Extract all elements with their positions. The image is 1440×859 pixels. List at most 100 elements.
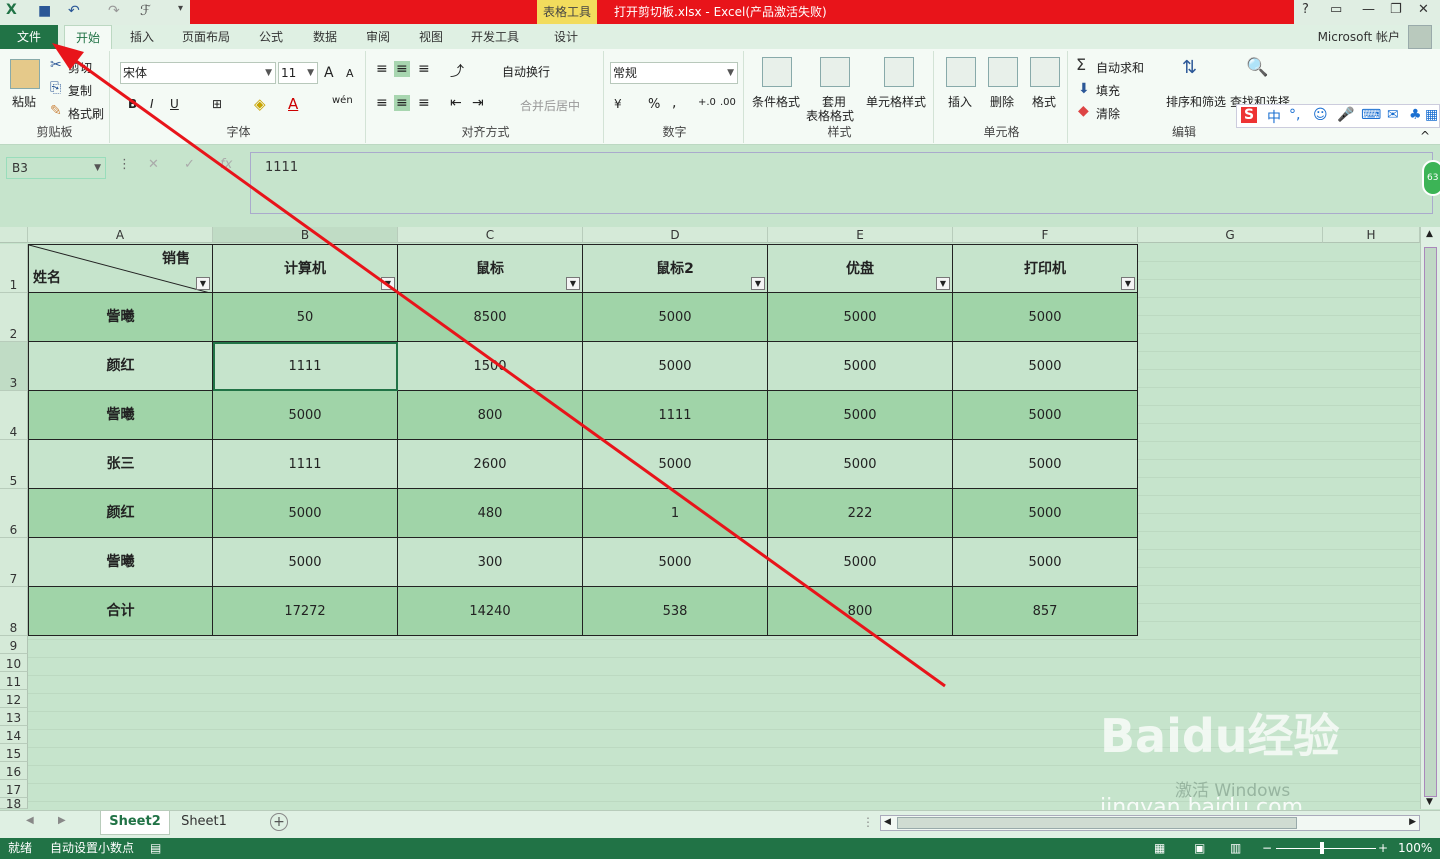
scroll-up-icon[interactable]: ▲	[1426, 229, 1433, 239]
vertical-scrollbar[interactable]: ▲ ▼	[1420, 227, 1440, 809]
shrink-font-icon[interactable]: A	[346, 67, 354, 80]
data-cell[interactable]: 5000	[213, 489, 398, 538]
sort-filter-button[interactable]: 排序和筛选	[1166, 93, 1226, 110]
row-header-11[interactable]: 11	[0, 672, 28, 690]
page-break-view-icon[interactable]: ▥	[1230, 838, 1241, 859]
data-cell[interactable]: 5000	[953, 342, 1138, 391]
comma-button[interactable]: ,	[672, 95, 676, 111]
conditional-format-icon[interactable]	[762, 57, 792, 87]
scroll-thumb[interactable]	[1424, 247, 1437, 797]
row-header-18[interactable]: 18	[0, 798, 28, 810]
currency-icon[interactable]: ¥	[614, 97, 622, 111]
row-header-2[interactable]: 2	[0, 293, 28, 342]
data-cell[interactable]: 857	[953, 587, 1138, 636]
save-icon[interactable]: ■	[38, 3, 51, 19]
minimize-icon[interactable]: —	[1362, 2, 1375, 17]
table-format-icon[interactable]	[820, 57, 850, 87]
cancel-icon[interactable]: ✕	[148, 157, 159, 172]
border-icon[interactable]: ⊞	[212, 97, 222, 111]
data-cell[interactable]: 1111	[213, 440, 398, 489]
ribbon-display-icon[interactable]: ▭	[1330, 2, 1342, 17]
emoji-icon[interactable]: ☺	[1313, 107, 1328, 123]
column-title-4[interactable]: 优盘 ▼	[768, 244, 953, 293]
data-cell[interactable]: 1500	[398, 342, 583, 391]
cut-icon[interactable]: ✂	[50, 57, 62, 73]
help-icon[interactable]: ?	[1302, 2, 1309, 17]
data-cell[interactable]: 538	[583, 587, 768, 636]
row-name-cell[interactable]: 訾曦	[28, 538, 213, 587]
split-handle-icon[interactable]: ⋮	[862, 815, 874, 829]
data-cell[interactable]: 5000	[583, 342, 768, 391]
data-cell[interactable]: 50	[213, 293, 398, 342]
zoom-out-icon[interactable]: −	[1262, 838, 1272, 859]
autosum-icon[interactable]: Σ	[1076, 55, 1086, 74]
copy-button[interactable]: 复制	[68, 82, 92, 99]
column-title-1[interactable]: 计算机 ▼	[213, 244, 398, 293]
data-cell[interactable]: 300	[398, 538, 583, 587]
redo-icon[interactable]: ↷	[108, 3, 120, 19]
increase-decimal-icon[interactable]: +.0	[698, 97, 716, 108]
tab-view[interactable]: 视图	[410, 25, 452, 49]
data-cell[interactable]: 8500	[398, 293, 583, 342]
zoom-in-icon[interactable]: +	[1378, 838, 1388, 859]
row-header-12[interactable]: 12	[0, 690, 28, 708]
format-cells-button[interactable]: 格式	[1032, 93, 1056, 110]
filter-dropdown-icon[interactable]: ▼	[566, 277, 580, 290]
collapse-ribbon-icon[interactable]: ^	[1420, 129, 1430, 143]
column-header-g[interactable]: G	[1138, 227, 1323, 243]
sogou-logo-icon[interactable]: S	[1241, 107, 1258, 123]
fill-color-icon[interactable]: ◈	[254, 95, 266, 113]
column-title-3[interactable]: 鼠标2 ▼	[583, 244, 768, 293]
name-box[interactable]: B3 ▼	[6, 157, 106, 179]
filter-dropdown-icon[interactable]: ▼	[381, 277, 395, 290]
phonetic-icon[interactable]: wén	[332, 95, 353, 106]
active-cell[interactable]: 1111	[213, 342, 398, 391]
tab-design[interactable]: 设计	[544, 25, 588, 49]
skin-icon[interactable]: ♣	[1409, 107, 1422, 123]
qat-customize-icon[interactable]: ▾	[178, 3, 183, 14]
row-header-1[interactable]: 1	[0, 244, 28, 293]
row-header-8[interactable]: 8	[0, 587, 28, 636]
data-cell[interactable]: 800	[398, 391, 583, 440]
insert-cells-icon[interactable]	[946, 57, 976, 87]
merge-center-button[interactable]: 合并后居中	[520, 97, 580, 114]
conditional-format-button[interactable]: 条件格式	[752, 93, 800, 110]
normal-view-icon[interactable]: ▦	[1154, 838, 1165, 859]
filter-dropdown-icon[interactable]: ▼	[1121, 277, 1135, 290]
data-cell[interactable]: 2600	[398, 440, 583, 489]
zoom-level[interactable]: 100%	[1398, 838, 1432, 859]
cell-styles-button[interactable]: 单元格样式	[866, 93, 926, 110]
paste-button[interactable]: 粘贴	[12, 93, 36, 110]
align-left-icon[interactable]: ≡	[376, 95, 388, 111]
zoom-slider[interactable]	[1276, 848, 1376, 849]
filter-dropdown-icon[interactable]: ▼	[936, 277, 950, 290]
h-scroll-thumb[interactable]	[897, 817, 1297, 829]
align-bottom-icon[interactable]: ≡	[418, 61, 430, 77]
number-format-combo[interactable]: 常规 ▼	[610, 62, 738, 84]
format-painter-icon[interactable]: ✎	[50, 103, 62, 119]
data-cell[interactable]: 1111	[583, 391, 768, 440]
tab-developer[interactable]: 开发工具	[464, 25, 526, 49]
row-name-cell[interactable]: 张三	[28, 440, 213, 489]
corner-header-cell[interactable]: 销售 姓名 ▼	[28, 244, 214, 294]
row-name-cell[interactable]: 颜红	[28, 342, 213, 391]
tab-file[interactable]: 文件	[0, 25, 58, 49]
align-top-icon[interactable]: ≡	[376, 61, 388, 77]
paste-icon[interactable]	[10, 59, 40, 89]
data-cell[interactable]: 1	[583, 489, 768, 538]
align-center-icon[interactable]: ≡	[394, 95, 410, 111]
column-header-f[interactable]: F	[953, 227, 1138, 243]
data-cell[interactable]: 5000	[953, 489, 1138, 538]
row-name-cell[interactable]: 訾曦	[28, 391, 213, 440]
delete-cells-icon[interactable]	[988, 57, 1018, 87]
keyboard-icon[interactable]: ⌨	[1361, 107, 1381, 123]
copy-icon[interactable]: ⎘	[50, 80, 61, 96]
scroll-right-icon[interactable]: ▶	[1409, 817, 1416, 827]
grow-font-icon[interactable]: A	[324, 65, 334, 81]
zoom-slider-thumb[interactable]	[1320, 842, 1324, 854]
insert-cells-button[interactable]: 插入	[948, 93, 972, 110]
prev-sheet-icon[interactable]: ◀	[26, 815, 34, 826]
column-header-h[interactable]: H	[1323, 227, 1420, 243]
close-icon[interactable]: ✕	[1418, 2, 1429, 17]
row-header-6[interactable]: 6	[0, 489, 28, 538]
